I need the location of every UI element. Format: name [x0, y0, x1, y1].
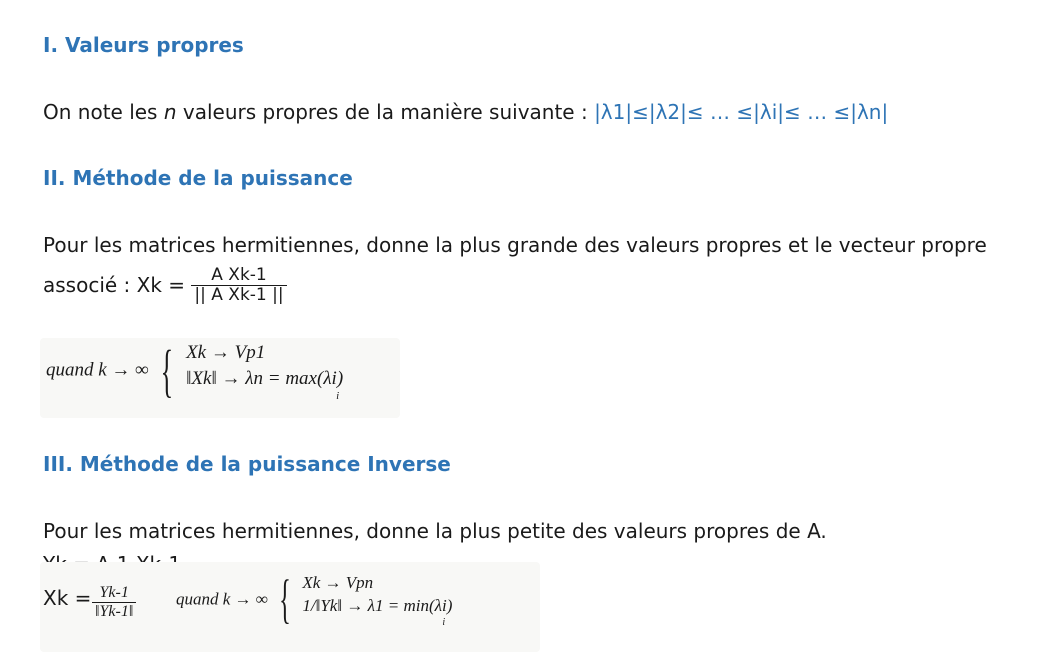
- section-1-title: I. Valeurs propres: [43, 33, 244, 57]
- left-brace: {: [161, 337, 174, 403]
- eigenvalue-ordering-text: On note les n valeurs propres de la mani…: [43, 100, 888, 124]
- inverse-fraction-denominator: ‖Yk-1‖: [92, 601, 137, 621]
- inverse-convergence-cases: Xk → Vpn 1/‖Yk‖ → λ1 = min(λi) i: [302, 572, 452, 627]
- fraction-denominator: || A Xk-1 ||: [191, 284, 287, 305]
- inverse-convergence-condition: quand k → ∞: [176, 589, 268, 609]
- inverse-fraction-numerator: Yk-1: [99, 584, 129, 601]
- intro-n: n: [163, 100, 177, 124]
- section-2-title: II. Méthode de la puissance: [43, 166, 353, 190]
- xk-label: Xk =: [43, 586, 92, 610]
- inverse-case-eigenvalue: 1/‖Yk‖ → λ1 = min(λi): [302, 595, 453, 615]
- formula-prefix: associé : Xk =: [43, 273, 186, 298]
- fraction-numerator: A Xk-1: [211, 265, 267, 285]
- inverse-method-description: Pour les matrices hermitiennes, donne la…: [43, 519, 827, 543]
- inverse-case-vector: Xk → Vpn: [302, 573, 374, 592]
- intro-prefix: On note les: [43, 100, 164, 124]
- inverse-fraction: Yk-1 ‖Yk-1‖: [92, 584, 137, 621]
- case-index: i: [336, 390, 340, 403]
- inverse-method-convergence: quand k → ∞ { Xk → Vpn 1/‖Yk‖ → λ1 = min…: [176, 572, 452, 627]
- case-eigenvalue: ‖Xk‖ → λn = max(λi): [186, 367, 344, 389]
- power-method-formula: associé : Xk = A Xk-1 || A Xk-1 ||: [43, 266, 287, 304]
- intro-suffix: valeurs propres de la manière suivante :: [176, 100, 595, 124]
- case-vector: Xk → Vp1: [186, 342, 266, 363]
- inverse-case-index: i: [442, 616, 446, 628]
- power-method-convergence: quand k → ∞ { Xk → Vp1 ‖Xk‖ → λn = max(λ…: [46, 337, 344, 403]
- inverse-left-brace: {: [279, 569, 291, 630]
- xk-fraction: A Xk-1 || A Xk-1 ||: [191, 265, 287, 305]
- section-3-title: III. Méthode de la puissance Inverse: [43, 452, 451, 476]
- power-method-description: Pour les matrices hermitiennes, donne la…: [43, 233, 987, 257]
- convergence-condition: quand k → ∞: [46, 359, 149, 381]
- convergence-cases: Xk → Vp1 ‖Xk‖ → λn = max(λi) i: [186, 340, 344, 403]
- eigenvalue-ordering: |λ1|≤|λ2|≤ … ≤|λi|≤ … ≤|λn|: [594, 100, 889, 124]
